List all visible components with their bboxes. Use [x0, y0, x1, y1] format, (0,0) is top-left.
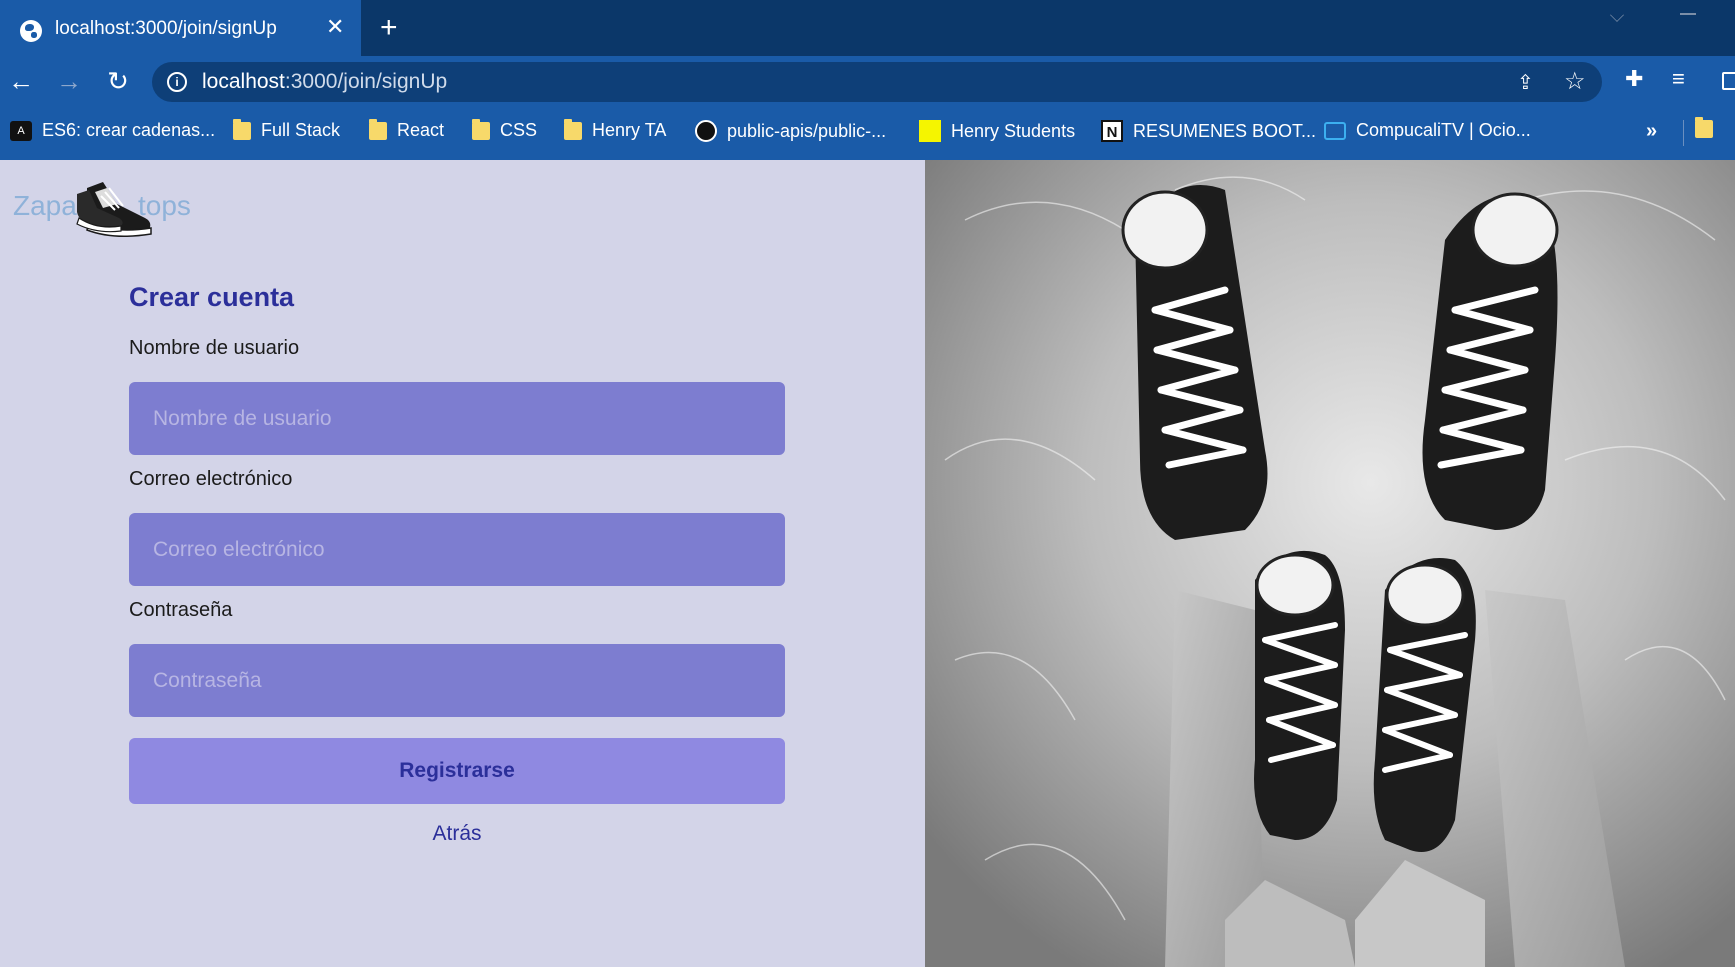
globe-icon	[20, 20, 42, 42]
url-path: :3000/join/signUp	[284, 70, 448, 93]
bookmark-label: CSS	[500, 120, 538, 140]
back-arrow-icon[interactable]: ←	[6, 66, 36, 96]
tab-title: localhost:3000/join/signUp	[55, 18, 277, 39]
tv-icon	[1324, 121, 1346, 140]
bookmark-label: public-apis/public-...	[727, 120, 887, 141]
signup-pane: Zapa tops Crear cuenta Nombre de usuario…	[0, 160, 925, 967]
register-button[interactable]: Registrarse	[129, 738, 785, 804]
bookmark-label: Henry Students	[951, 120, 1076, 141]
sneakers-photo	[925, 160, 1735, 967]
tab-search-chevron-icon[interactable]	[1610, 8, 1624, 22]
bookmark-separator	[1683, 120, 1684, 146]
close-tab-icon[interactable]: ✕	[326, 14, 344, 40]
bookmark-henry-ta[interactable]: Henry TA	[564, 118, 667, 141]
github-icon	[695, 120, 717, 142]
email-label: Correo electrónico	[129, 468, 293, 490]
bookmark-compucali[interactable]: CompucaliTV | Ocio...	[1324, 120, 1531, 141]
bookmark-public-apis[interactable]: public-apis/public-...	[695, 120, 886, 142]
folder-icon	[564, 118, 582, 140]
reload-icon[interactable]: ↻	[103, 66, 133, 96]
username-input[interactable]	[129, 382, 785, 455]
address-bar[interactable]: i localhost:3000/join/signUp ⇪ ☆	[152, 62, 1602, 102]
henry-icon	[919, 120, 941, 142]
minimize-icon[interactable]	[1680, 13, 1696, 15]
bookmark-full-stack[interactable]: Full Stack	[233, 118, 341, 141]
password-input[interactable]	[129, 644, 785, 717]
bookmark-react[interactable]: React	[369, 118, 445, 141]
bookmark-label: React	[397, 120, 445, 140]
more-bookmarks-chevron-icon[interactable]: »	[1646, 120, 1657, 143]
active-tab[interactable]: localhost:3000/join/signUp ✕	[0, 0, 361, 56]
bookmark-label: CompucaliTV | Ocio...	[1356, 120, 1531, 140]
bookmark-label: Full Stack	[261, 120, 341, 140]
bookmark-other-folder[interactable]	[1695, 117, 1723, 138]
extensions-icon[interactable]: ✚	[1625, 66, 1643, 92]
page-content: Zapa tops Crear cuenta Nombre de usuario…	[0, 160, 1735, 967]
url-text[interactable]: localhost:3000/join/signUp	[202, 70, 447, 94]
folder-icon	[369, 118, 387, 140]
side-panel-icon[interactable]	[1722, 72, 1735, 90]
bookmark-label: Henry TA	[592, 120, 667, 140]
page-title: Crear cuenta	[129, 282, 295, 312]
bookmark-henry-students[interactable]: Henry Students	[919, 120, 1075, 142]
bookmark-css[interactable]: CSS	[472, 118, 538, 141]
angular-icon: A	[10, 120, 32, 141]
tab-strip: localhost:3000/join/signUp ✕ +	[0, 0, 1735, 56]
info-icon[interactable]: i	[167, 72, 187, 92]
url-host: localhost	[202, 70, 285, 93]
folder-icon	[472, 118, 490, 140]
browser-toolbar: ← → ↻ i localhost:3000/join/signUp ⇪ ☆ ✚…	[0, 56, 1735, 106]
username-label: Nombre de usuario	[129, 337, 300, 359]
forward-arrow-icon[interactable]: →	[54, 66, 84, 96]
folder-icon	[1695, 117, 1713, 138]
email-input[interactable]	[129, 513, 785, 586]
new-tab-button[interactable]: +	[380, 12, 398, 44]
bookmark-es6[interactable]: A ES6: crear cadenas...	[10, 120, 215, 141]
bookmark-label: ES6: crear cadenas...	[42, 120, 216, 140]
password-label: Contraseña	[129, 599, 233, 621]
notion-icon: N	[1101, 120, 1123, 142]
bookmarks-bar: A ES6: crear cadenas... Full Stack React…	[0, 106, 1735, 160]
hero-image	[925, 160, 1735, 967]
media-icon[interactable]: ≡	[1672, 66, 1685, 92]
logo-text-part2: tops	[138, 190, 191, 221]
share-icon[interactable]: ⇪	[1517, 70, 1534, 95]
back-link[interactable]: Atrás	[129, 822, 785, 846]
star-icon[interactable]: ☆	[1564, 67, 1586, 96]
logo-text-part1: Zapa	[13, 190, 77, 221]
folder-icon	[233, 118, 251, 140]
bookmark-resumenes[interactable]: N RESUMENES BOOT...	[1101, 120, 1316, 142]
bookmark-label: RESUMENES BOOT...	[1133, 120, 1317, 141]
